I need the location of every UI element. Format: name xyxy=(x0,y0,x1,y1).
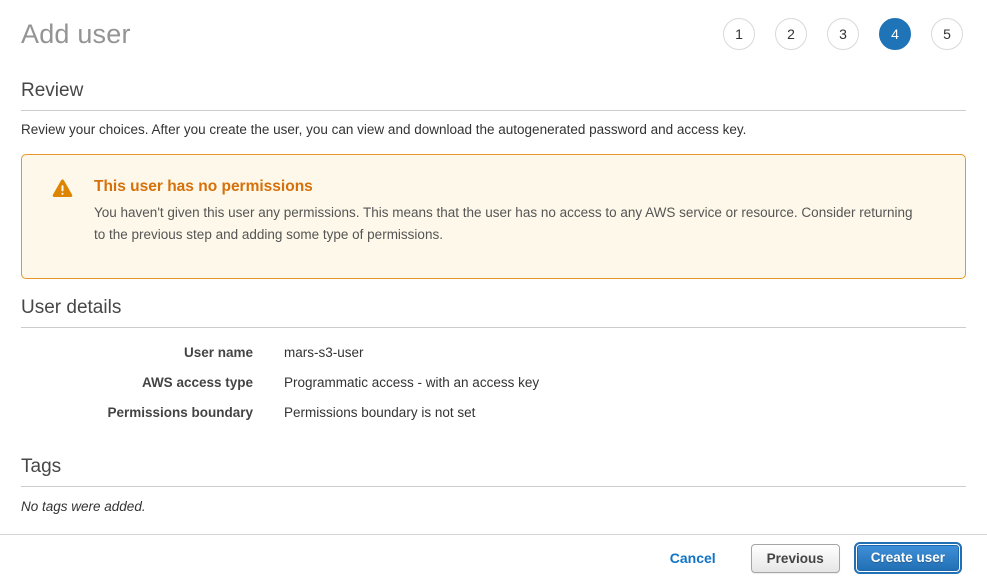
tags-empty-text: No tags were added. xyxy=(21,499,966,514)
step-4-active: 4 xyxy=(879,18,911,50)
detail-row-user-name: User name mars-s3-user xyxy=(21,338,966,368)
wizard-header: Add user 1 2 3 4 5 xyxy=(0,0,987,50)
detail-value: Permissions boundary is not set xyxy=(284,405,475,420)
detail-label: AWS access type xyxy=(21,375,253,390)
review-heading: Review xyxy=(21,80,966,102)
tags-section: Tags No tags were added. xyxy=(21,456,966,514)
section-divider xyxy=(21,486,966,487)
detail-value: Programmatic access - with an access key xyxy=(284,375,539,390)
warning-triangle-icon xyxy=(52,179,73,203)
user-details-rows: User name mars-s3-user AWS access type P… xyxy=(21,338,966,428)
section-divider xyxy=(21,110,966,111)
cancel-link[interactable]: Cancel xyxy=(670,550,716,566)
step-5: 5 xyxy=(931,18,963,50)
step-indicator: 1 2 3 4 5 xyxy=(703,18,963,50)
detail-row-access-type: AWS access type Programmatic access - wi… xyxy=(21,368,966,398)
user-details-heading: User details xyxy=(21,297,966,319)
tags-heading: Tags xyxy=(21,456,966,478)
page-title: Add user xyxy=(21,19,131,50)
review-section: Review Review your choices. After you cr… xyxy=(21,80,966,137)
section-divider xyxy=(21,327,966,328)
step-1: 1 xyxy=(723,18,755,50)
user-details-section: User details User name mars-s3-user AWS … xyxy=(21,297,966,428)
create-user-button-focus-ring: Create user xyxy=(854,542,962,574)
detail-value: mars-s3-user xyxy=(284,345,364,360)
previous-button[interactable]: Previous xyxy=(751,544,840,573)
wizard-footer: Cancel Previous Create user xyxy=(0,534,987,581)
step-2: 2 xyxy=(775,18,807,50)
warning-body: You haven't given this user any permissi… xyxy=(94,202,925,246)
step-3: 3 xyxy=(827,18,859,50)
detail-row-permissions-boundary: Permissions boundary Permissions boundar… xyxy=(21,398,966,428)
detail-label: Permissions boundary xyxy=(21,405,253,420)
no-permissions-warning: This user has no permissions You haven't… xyxy=(21,154,966,279)
detail-label: User name xyxy=(21,345,253,360)
create-user-button[interactable]: Create user xyxy=(857,545,959,571)
warning-title: This user has no permissions xyxy=(94,178,925,196)
review-description: Review your choices. After you create th… xyxy=(21,122,966,137)
warning-content: This user has no permissions You haven't… xyxy=(94,178,925,246)
